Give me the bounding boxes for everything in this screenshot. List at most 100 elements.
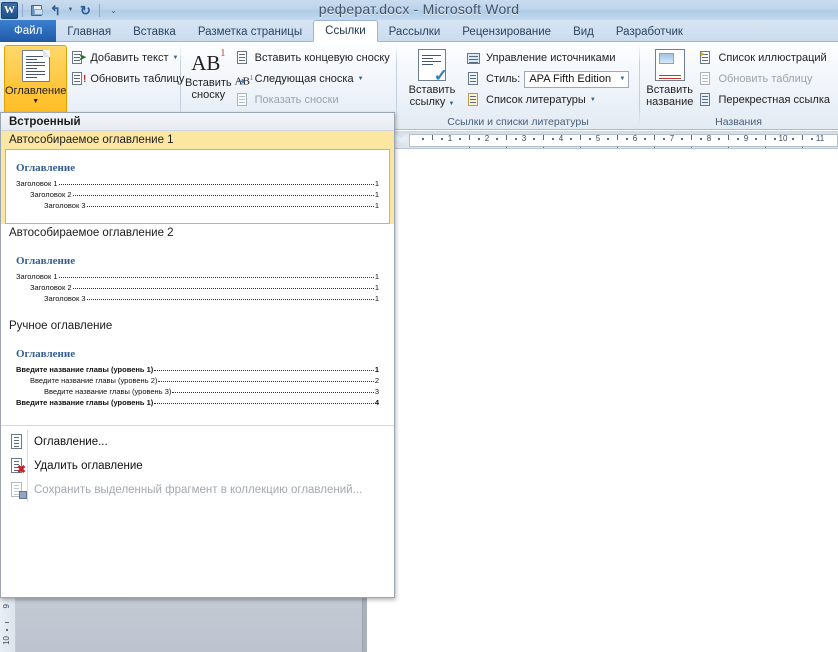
citation-style-caret-icon[interactable]: ▼ [619,76,625,82]
ruler-minor-tick [506,135,507,140]
manage-sources-button[interactable]: Управление источниками [463,48,632,68]
gallery-item-preview: ОглавлениеЗаголовок 11Заголовок 21Заголо… [5,149,390,224]
toc-entry-page: 1 [375,293,379,304]
table-of-figures-button[interactable]: ✦ Список иллюстраций [695,48,833,68]
citation-style-label: Стиль: [486,73,520,85]
ruler-tab-stop[interactable] [691,147,692,149]
tab-review[interactable]: Рецензирование [451,21,562,42]
ruler-tab-stop[interactable] [617,147,618,149]
next-footnote-caret-icon[interactable]: ▼ [358,76,364,82]
document-page-shadow [363,598,367,652]
word-window: W ↰ ▼ ↻ ⌄ реферат.docx - Microsoft Word … [0,0,838,652]
insert-caption-button[interactable]: Вставить название [644,45,695,108]
tab-developer[interactable]: Разработчик [605,21,694,42]
ruler-tick-label: 1 [448,134,452,143]
toc-entry-leader [154,397,374,404]
toc-button-caret-icon[interactable]: ▼ [32,98,39,105]
ruler-tab-stop[interactable] [543,147,544,149]
table-of-figures-label: Список иллюстраций [718,52,826,64]
tab-file[interactable]: Файл [0,20,56,42]
ruler-minor-tick [681,138,683,140]
gallery-item-2[interactable]: Автособираемое оглавление 2ОглавлениеЗаг… [1,224,394,317]
next-footnote-button[interactable]: АВ1 ➜ Следующая сноска ▼ [232,69,393,89]
bibliography-caret-icon[interactable]: ▼ [590,97,596,103]
insert-footnote-label1: Вставить [185,77,232,89]
toc-preview-entry: Заголовок 31 [16,293,379,304]
ruler-minor-tick [515,138,517,140]
toc-preview-entry: Введите название главы (уровень 1)4 [16,397,379,408]
insert-endnote-button[interactable]: Вставить концевую сноску [232,48,393,68]
toc-entry-leader [172,386,373,393]
footnote-ab-text: АВ [191,51,220,75]
gallery-item-3[interactable]: Ручное оглавлениеОглавлениеВведите назва… [1,317,394,421]
ruler-tab-stop[interactable] [506,147,507,149]
add-text-button[interactable]: ➤ Добавить текст ▼ [67,48,187,68]
ruler-tick-label: 8 [707,134,711,143]
ruler-tab-stop[interactable] [728,147,729,149]
vertical-ruler[interactable]: 910 [0,598,16,652]
ruler-tab-stop[interactable] [802,147,803,149]
add-text-icon: ➤ [70,50,86,66]
insert-citation-label2-text: ссылку [410,96,446,108]
gallery-menu-item-1[interactable]: Оглавление... [1,430,394,454]
toc-document-icon [22,50,50,82]
gallery-item-1[interactable]: Автособираемое оглавление 1ОглавлениеЗаг… [1,131,394,224]
update-table-icon: ! [70,71,86,87]
tab-mailings[interactable]: Рассылки [378,21,452,42]
show-notes-label: Показать сноски [255,94,339,106]
indent-marker-icon[interactable] [396,133,407,147]
tab-references[interactable]: Ссылки [313,20,378,42]
footnote-ab-icon: АВ1 [191,49,225,74]
toc-preview-entry: Заголовок 11 [16,178,379,189]
toc-button[interactable]: Оглавление ▼ [4,45,67,121]
bibliography-button[interactable]: Список литературы ▼ [463,90,632,110]
gallery-items: Автособираемое оглавление 1ОглавлениеЗаг… [1,131,394,421]
ruler-tab-stop[interactable] [580,147,581,149]
toc-gallery-dropdown[interactable]: Встроенный ≫ Автособираемое оглавление 1… [0,112,395,598]
ruler-tick-label: 5 [596,134,600,143]
toc-entry-label: Введите название главы (уровень 1) [16,364,153,375]
insert-footnote-label2: сноску [192,89,226,101]
group-captions-label: Названия [640,116,837,130]
insert-citation-button[interactable]: ✓ Вставить ссылку ▼ [401,45,463,110]
ruler-minor-tick [589,138,591,140]
ruler-tick-label: 4 [559,134,563,143]
toc-entry-page: 1 [375,189,379,200]
gallery-menu-item-2[interactable]: ✖Удалить оглавление [1,454,394,478]
toc-preview-entry: Заголовок 21 [16,282,379,293]
toc-preview-entry: Введите название главы (уровень 2)2 [16,375,379,386]
toc-document-icon [7,433,27,451]
gallery-menu-icon-divider [27,478,28,502]
ruler-minor-tick [792,138,794,140]
gallery-section-header: Встроенный [1,113,394,131]
insert-caption-label1: Вставить [646,84,693,96]
toc-preview-heading: Оглавление [16,348,379,360]
ruler-minor-tick [718,138,720,140]
insert-citation-icon: ✓ [418,49,446,81]
cross-reference-button[interactable]: Перекрестная ссылка [695,90,833,110]
tab-page-layout[interactable]: Разметка страницы [187,21,313,42]
document-page-area[interactable] [395,149,838,652]
tab-home[interactable]: Главная [56,21,122,42]
update-figures-table-label: Обновить таблицу [718,73,812,85]
toc-entry-label: Заголовок 3 [44,200,86,211]
next-footnote-icon: АВ1 ➜ [235,71,251,87]
update-table-button[interactable]: ! Обновить таблицу [67,69,187,89]
tab-view[interactable]: Вид [562,21,605,42]
toc-entry-page: 1 [375,364,379,375]
ruler-tick-label: 7 [670,134,674,143]
ruler-minor-tick [774,138,776,140]
insert-footnote-button[interactable]: АВ1 Вставить сноску [185,45,232,101]
insert-citation-caret-icon[interactable]: ▼ [448,101,454,107]
citation-style-dropdown[interactable]: APA Fifth Edition ▼ [524,71,629,88]
horizontal-ruler[interactable]: 1234567891011 [395,131,838,149]
ruler-tab-stop[interactable] [654,147,655,149]
add-text-caret-icon[interactable]: ▼ [173,55,179,61]
toc-button-label: Оглавление [5,85,66,97]
toc-entry-label: Введите название главы (уровень 1) [16,397,153,408]
ruler-tab-stop[interactable] [765,147,766,149]
tab-insert[interactable]: Вставка [122,21,187,42]
ruler-tab-stop[interactable] [469,147,470,149]
insert-citation-label2: ссылку ▼ [410,96,455,110]
gallery-item-title: Автособираемое оглавление 2 [3,224,392,242]
